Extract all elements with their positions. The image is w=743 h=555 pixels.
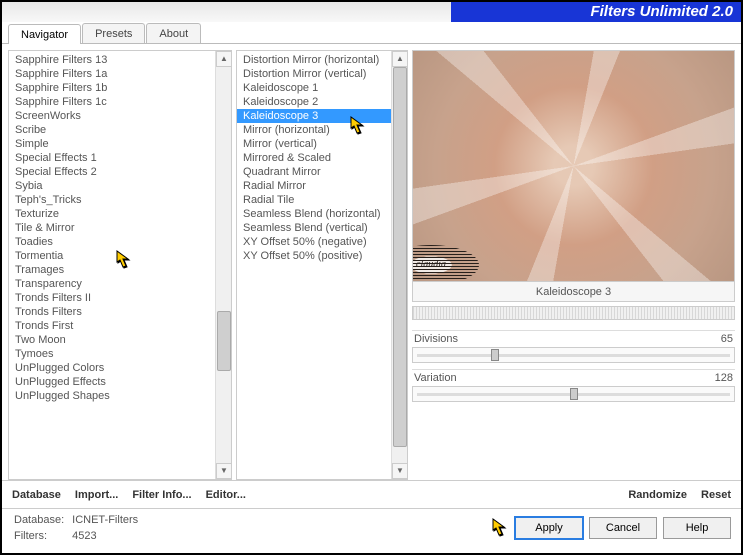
param-label: Divisions (414, 333, 458, 345)
cancel-button[interactable]: Cancel (589, 517, 657, 539)
app-title: Filters Unlimited 2.0 (451, 2, 741, 22)
list-item[interactable]: Tymoes (9, 347, 215, 361)
tab-presets[interactable]: Presets (82, 23, 145, 43)
list-item[interactable]: Kaleidoscope 2 (237, 95, 391, 109)
preview-panel: claudia Kaleidoscope 3 Divisions 65 Variat… (412, 50, 735, 480)
list-item[interactable]: Sapphire Filters 1b (9, 81, 215, 95)
list-item[interactable]: Kaleidoscope 3 (237, 109, 391, 123)
list-item[interactable]: Teph's_Tricks (9, 193, 215, 207)
param-slider[interactable] (412, 347, 735, 363)
pointer-cursor-icon (487, 517, 513, 539)
scroll-thumb[interactable] (393, 67, 407, 447)
param-row: Divisions 65 (412, 330, 735, 345)
scroll-up-icon[interactable]: ▲ (392, 51, 408, 67)
param-slider[interactable] (412, 386, 735, 402)
list-item[interactable]: Two Moon (9, 333, 215, 347)
list-item[interactable]: UnPlugged Effects (9, 375, 215, 389)
filter-info-button[interactable]: Filter Info... (132, 489, 191, 501)
randomize-button[interactable]: Randomize (628, 489, 687, 501)
list-item[interactable]: XY Offset 50% (positive) (237, 249, 391, 263)
list-item[interactable]: Toadies (9, 235, 215, 249)
editor-button[interactable]: Editor... (206, 489, 246, 501)
list-item[interactable]: Mirrored & Scaled (237, 151, 391, 165)
preview-image: claudia (412, 50, 735, 282)
scroll-up-icon[interactable]: ▲ (216, 51, 232, 67)
title-bar: Filters Unlimited 2.0 (2, 2, 741, 22)
list-item[interactable]: Quadrant Mirror (237, 165, 391, 179)
param-value: 128 (715, 372, 733, 384)
param-row: Variation 128 (412, 369, 735, 384)
list-item[interactable]: Scribe (9, 123, 215, 137)
footer: Database:ICNET-Filters Filters:4523 Appl… (2, 508, 741, 549)
list-item[interactable]: Tronds First (9, 319, 215, 333)
list-item[interactable]: Tronds Filters (9, 305, 215, 319)
scroll-down-icon[interactable]: ▼ (392, 463, 408, 479)
list-item[interactable]: Mirror (vertical) (237, 137, 391, 151)
list-item[interactable]: Tile & Mirror (9, 221, 215, 235)
list-item[interactable]: ScreenWorks (9, 109, 215, 123)
list-item[interactable]: Sapphire Filters 1a (9, 67, 215, 81)
scrollbar[interactable]: ▲ ▼ (391, 51, 407, 479)
reset-button[interactable]: Reset (701, 489, 731, 501)
list-item[interactable]: Distortion Mirror (vertical) (237, 67, 391, 81)
list-item[interactable]: UnPlugged Colors (9, 361, 215, 375)
param-value: 65 (721, 333, 733, 345)
list-item[interactable]: Distortion Mirror (horizontal) (237, 53, 391, 67)
import-button[interactable]: Import... (75, 489, 118, 501)
param-label: Variation (414, 372, 457, 384)
list-item[interactable]: Seamless Blend (vertical) (237, 221, 391, 235)
help-button[interactable]: Help (663, 517, 731, 539)
tab-about[interactable]: About (146, 23, 201, 43)
list-item[interactable]: Texturize (9, 207, 215, 221)
list-item[interactable]: Kaleidoscope 1 (237, 81, 391, 95)
list-item[interactable]: XY Offset 50% (negative) (237, 235, 391, 249)
list-item[interactable]: Tramages (9, 263, 215, 277)
status-info: Database:ICNET-Filters Filters:4523 (12, 511, 146, 545)
scroll-down-icon[interactable]: ▼ (216, 463, 232, 479)
list-item[interactable]: Special Effects 2 (9, 165, 215, 179)
list-item[interactable]: Sapphire Filters 1c (9, 95, 215, 109)
list-item[interactable]: Simple (9, 137, 215, 151)
preview-scrubber[interactable] (412, 306, 735, 320)
category-list[interactable]: Sapphire Filters 13Sapphire Filters 1aSa… (8, 50, 232, 480)
apply-button[interactable]: Apply (515, 517, 583, 539)
tab-strip: Navigator Presets About (2, 22, 741, 44)
database-button[interactable]: Database (12, 489, 61, 501)
list-item[interactable]: Tormentia (9, 249, 215, 263)
list-item[interactable]: Sapphire Filters 13 (9, 53, 215, 67)
list-item[interactable]: Tronds Filters II (9, 291, 215, 305)
list-item[interactable]: Special Effects 1 (9, 151, 215, 165)
list-item[interactable]: Radial Tile (237, 193, 391, 207)
list-item[interactable]: Sybia (9, 179, 215, 193)
toolbar-row: Database Import... Filter Info... Editor… (2, 480, 741, 508)
list-item[interactable]: Mirror (horizontal) (237, 123, 391, 137)
scrollbar[interactable]: ▲ ▼ (215, 51, 231, 479)
list-item[interactable]: Transparency (9, 277, 215, 291)
list-item[interactable]: Seamless Blend (horizontal) (237, 207, 391, 221)
filter-list[interactable]: Distortion Mirror (horizontal)Distortion… (236, 50, 408, 480)
list-item[interactable]: UnPlugged Shapes (9, 389, 215, 403)
watermark: claudia (412, 245, 479, 282)
scroll-thumb[interactable] (217, 311, 231, 371)
selected-filter-name: Kaleidoscope 3 (412, 282, 735, 302)
tab-navigator[interactable]: Navigator (8, 24, 81, 44)
list-item[interactable]: Radial Mirror (237, 179, 391, 193)
